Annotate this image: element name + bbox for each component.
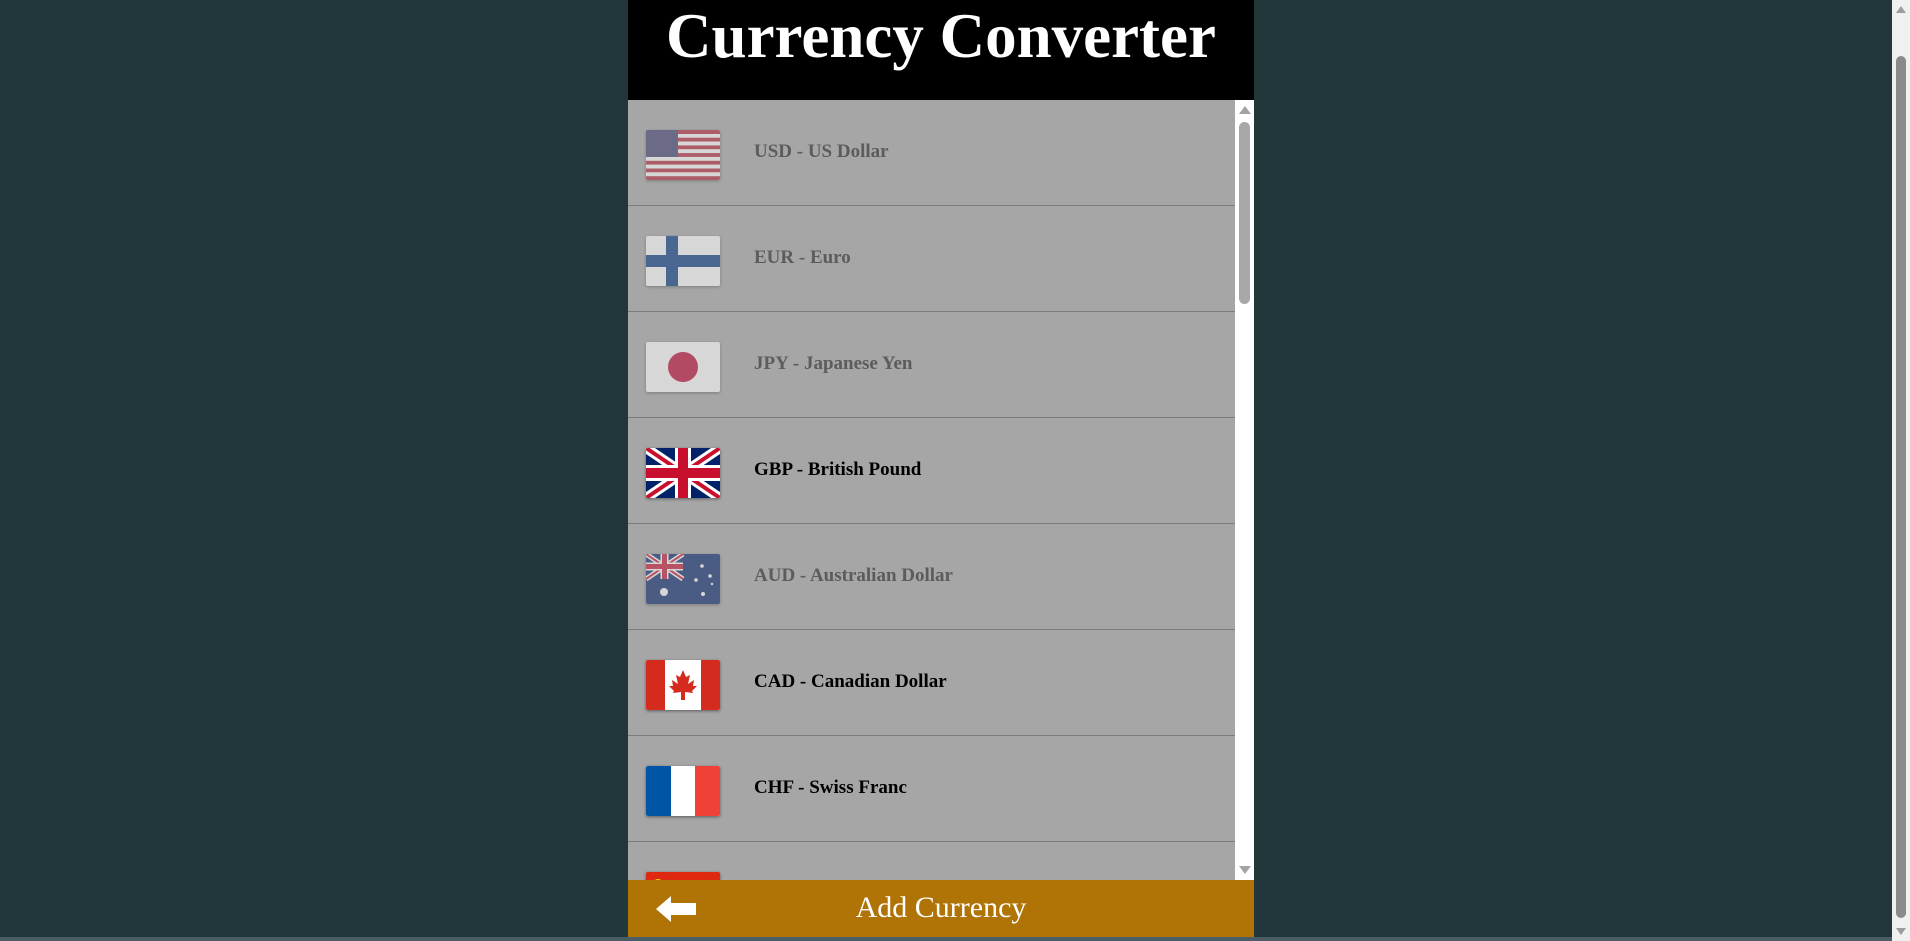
list-item[interactable]: JPY - Japanese Yen: [628, 312, 1235, 418]
currency-label: USD - US Dollar: [754, 141, 889, 162]
scroll-up-icon[interactable]: [1239, 106, 1251, 114]
window-bottom-edge: [0, 937, 1892, 941]
list-item-partial[interactable]: [628, 842, 1235, 880]
list-item[interactable]: EUR - Euro: [628, 206, 1235, 312]
currency-label: AUD - Australian Dollar: [754, 565, 953, 586]
currency-list[interactable]: USD - US Dollar EUR - Euro JPY - Japanes…: [628, 100, 1254, 880]
japan-flag-icon: [646, 342, 720, 392]
list-item[interactable]: GBP - British Pound: [628, 418, 1235, 524]
page-title: Currency Converter: [666, 1, 1216, 71]
australia-flag-icon: [646, 554, 720, 604]
list-scrollbar[interactable]: [1235, 100, 1254, 880]
page-scrollbar[interactable]: [1892, 0, 1910, 941]
footer-bar: Add Currency: [628, 880, 1254, 937]
flag-icon: [646, 872, 720, 880]
currency-label: CAD - Canadian Dollar: [754, 671, 947, 692]
france-flag-icon: [646, 766, 720, 816]
uk-flag-icon: [646, 448, 720, 498]
page-scroll-down-icon[interactable]: [1896, 928, 1906, 935]
list-item[interactable]: AUD - Australian Dollar: [628, 524, 1235, 630]
footer-title: Add Currency: [855, 891, 1027, 924]
currency-label: JPY - Japanese Yen: [754, 353, 913, 374]
currency-label: EUR - Euro: [754, 247, 851, 268]
currency-label: CHF - Swiss Franc: [754, 777, 907, 798]
list-item[interactable]: CAD - Canadian Dollar: [628, 630, 1235, 736]
currency-label: GBP - British Pound: [754, 459, 922, 480]
list-item[interactable]: CHF - Swiss Franc: [628, 736, 1235, 842]
finland-flag-icon: [646, 236, 720, 286]
scrollbar-thumb[interactable]: [1239, 122, 1250, 304]
scroll-down-icon[interactable]: [1239, 866, 1251, 874]
us-flag-icon: [646, 130, 720, 180]
page-scrollbar-thumb[interactable]: [1896, 56, 1906, 918]
currency-converter-app: Currency Converter USD - US Dollar EUR -…: [628, 0, 1254, 937]
list-item[interactable]: USD - US Dollar: [628, 100, 1235, 206]
app-header: Currency Converter: [628, 0, 1254, 100]
canada-flag-icon: [646, 660, 720, 710]
page-scroll-up-icon[interactable]: [1896, 6, 1906, 13]
